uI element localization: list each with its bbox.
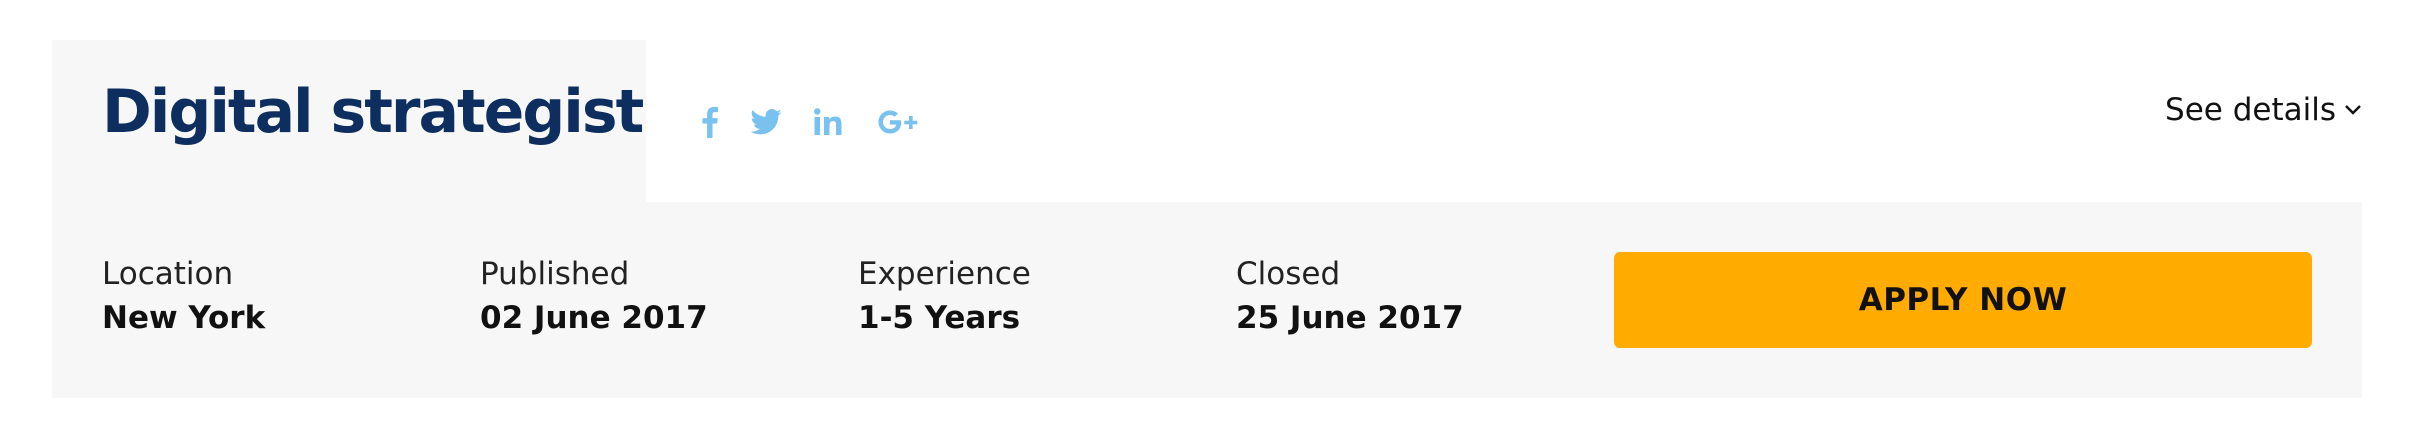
apply-now-button[interactable]: APPLY NOW xyxy=(1614,252,2312,348)
job-info-bar: Location New York Published 02 June 2017… xyxy=(52,202,2362,398)
social-share xyxy=(702,100,952,144)
info-closed: Closed 25 June 2017 xyxy=(1236,254,1464,342)
experience-value: 1-5 Years xyxy=(858,300,1021,336)
job-card: Digital strategist See details Location … xyxy=(52,40,2362,398)
google-plus-share-link[interactable] xyxy=(876,100,920,144)
linkedin-icon xyxy=(814,108,842,135)
closed-value: 25 June 2017 xyxy=(1236,300,1464,336)
see-details-label: See details xyxy=(2165,92,2336,128)
published-label: Published xyxy=(480,256,630,292)
location-label: Location xyxy=(102,256,234,292)
info-location: Location New York xyxy=(102,254,265,342)
google-plus-icon xyxy=(878,110,918,134)
job-title: Digital strategist xyxy=(102,77,644,147)
info-published: Published 02 June 2017 xyxy=(480,254,708,342)
published-value: 02 June 2017 xyxy=(480,300,708,336)
facebook-share-link[interactable] xyxy=(702,100,718,144)
experience-label: Experience xyxy=(858,256,1031,292)
linkedin-share-link[interactable] xyxy=(814,100,844,144)
twitter-share-link[interactable] xyxy=(750,100,782,144)
twitter-icon xyxy=(750,109,782,135)
info-experience: Experience 1-5 Years xyxy=(858,254,1031,342)
title-tab: Digital strategist xyxy=(52,40,646,202)
chevron-down-icon xyxy=(2345,105,2361,115)
closed-label: Closed xyxy=(1236,256,1341,292)
see-details-toggle[interactable]: See details xyxy=(2165,92,2362,128)
facebook-icon xyxy=(702,107,718,138)
location-value: New York xyxy=(102,300,266,336)
